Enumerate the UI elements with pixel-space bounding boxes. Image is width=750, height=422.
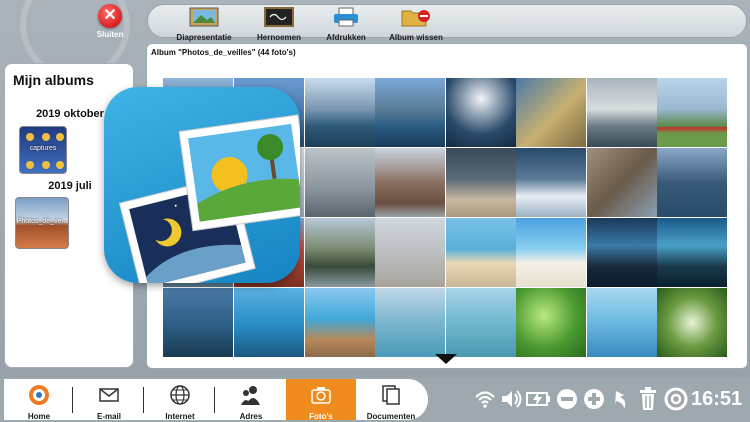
mail-icon (99, 388, 119, 402)
taskbar: Home E-mail Internet Adres Foto's Docume… (0, 378, 750, 422)
photo-thumbnail[interactable] (375, 288, 445, 357)
photo-thumbnail[interactable] (516, 148, 586, 217)
wifi-icon[interactable] (474, 385, 496, 413)
clock: 16:51 (691, 388, 743, 410)
delete-album-button[interactable]: Album wissen (376, 7, 456, 42)
nav-photos[interactable]: Foto's (286, 379, 356, 421)
photo-thumbnail[interactable] (657, 148, 727, 217)
trash-icon[interactable] (637, 385, 659, 413)
camera-icon (311, 387, 331, 404)
rename-icon (264, 7, 294, 27)
photo-thumbnail[interactable] (446, 218, 516, 287)
slideshow-button[interactable]: Diapresentatie (164, 7, 244, 42)
sidebar-title: Mijn albums (13, 72, 94, 88)
photo-thumbnail[interactable] (516, 288, 586, 357)
nav-divider (143, 387, 144, 413)
album-photos-de-veilles[interactable]: Photos_de_ve... (15, 197, 69, 249)
nav-documents[interactable]: Documenten (356, 379, 426, 421)
printer-icon (334, 7, 358, 27)
photo-thumbnail[interactable] (587, 78, 657, 147)
contacts-icon (241, 386, 260, 405)
nav-label: Documenten (366, 412, 416, 421)
toolbar: Diapresentatie Hernoemen Afdrukken Album… (147, 4, 747, 42)
print-button[interactable]: Afdrukken (306, 7, 386, 42)
nav-internet[interactable]: Internet (145, 379, 215, 421)
photo-thumbnail[interactable] (305, 288, 375, 357)
nav-divider (72, 387, 73, 413)
slideshow-label: Diapresentatie (176, 33, 232, 42)
photo-thumbnail[interactable] (305, 78, 375, 147)
photos-logo-icon (118, 114, 313, 297)
photo-thumbnail[interactable] (587, 218, 657, 287)
back-icon[interactable] (610, 385, 632, 413)
nav-label: Foto's (309, 412, 333, 421)
photo-thumbnail[interactable] (516, 78, 586, 147)
photo-thumbnail[interactable] (375, 148, 445, 217)
help-icon[interactable] (664, 385, 688, 413)
album-name: captures (29, 145, 57, 152)
photo-thumbnail[interactable] (657, 78, 727, 147)
nav-email[interactable]: E-mail (74, 379, 144, 421)
album-captures[interactable]: captures (19, 126, 67, 174)
photo-thumbnail[interactable] (446, 78, 516, 147)
print-label: Afdrukken (326, 33, 366, 42)
nav-address[interactable]: Adres (216, 379, 286, 421)
photo-thumbnail[interactable] (375, 218, 445, 287)
photo-thumbnail[interactable] (163, 288, 233, 357)
nav-home[interactable]: Home (4, 379, 74, 421)
nav-label: Adres (239, 412, 263, 421)
photo-thumbnail[interactable] (587, 288, 657, 357)
battery-charging-icon[interactable] (525, 385, 553, 413)
zoom-in-icon[interactable] (582, 385, 606, 413)
close-button[interactable]: ✕ Sluiten (92, 4, 128, 39)
photo-thumbnail[interactable] (587, 148, 657, 217)
photo-thumbnail[interactable] (446, 148, 516, 217)
photo-thumbnail[interactable] (305, 218, 375, 287)
photo-thumbnail[interactable] (234, 288, 304, 357)
photo-thumbnail[interactable] (657, 218, 727, 287)
main-navigation: Home E-mail Internet Adres Foto's Docume… (4, 379, 428, 421)
nav-label: Internet (165, 412, 195, 421)
photo-thumbnail[interactable] (516, 218, 586, 287)
volume-icon[interactable] (500, 385, 522, 413)
photo-thumbnail[interactable] (305, 148, 375, 217)
delete-folder-icon (401, 10, 430, 27)
photo-thumbnail[interactable] (657, 288, 727, 357)
close-icon: ✕ (98, 4, 122, 28)
zoom-out-icon[interactable] (555, 385, 579, 413)
nav-label: E-mail (96, 412, 121, 421)
nav-label: Home (27, 412, 51, 421)
globe-icon (170, 385, 190, 405)
slideshow-icon (189, 7, 219, 27)
photo-thumbnail[interactable] (446, 288, 516, 357)
photos-app-icon (104, 87, 313, 297)
album-name: Photos_de_ve... (16, 218, 68, 225)
close-label: Sluiten (96, 30, 124, 39)
scroll-down-arrow-icon[interactable] (435, 354, 457, 364)
photo-thumbnail[interactable] (375, 78, 445, 147)
home-icon (29, 385, 49, 405)
documents-icon (382, 385, 400, 405)
delete-album-label: Album wissen (389, 33, 443, 42)
album-title: Album "Photos_de_veilles" (44 foto's) (151, 48, 296, 57)
nav-divider (214, 387, 215, 413)
